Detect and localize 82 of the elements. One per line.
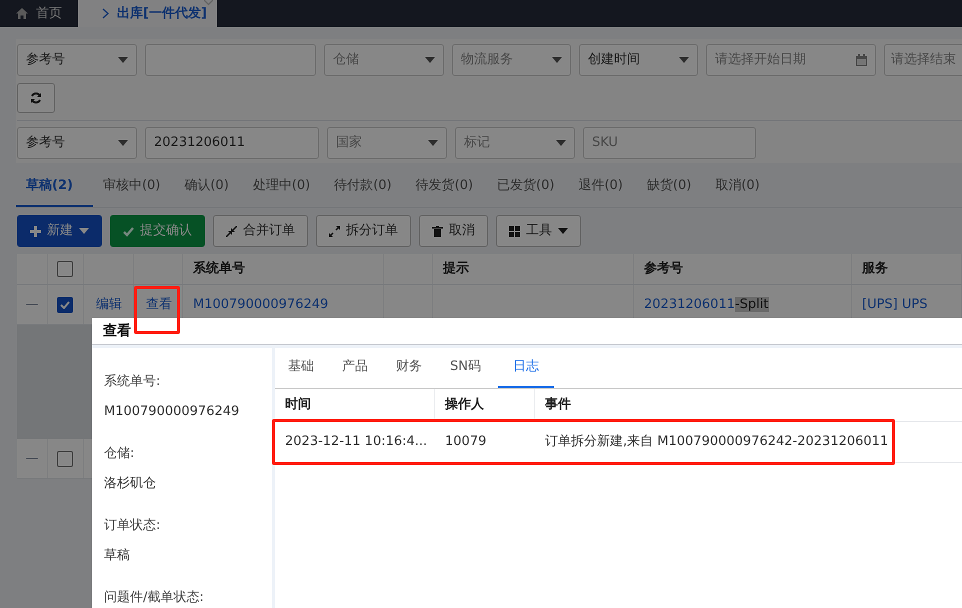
status-tab[interactable]: 处理中(0) — [242, 167, 324, 207]
status-tab[interactable]: 确认(0) — [174, 167, 243, 207]
field-value: 草稿 — [104, 547, 131, 565]
expand-toggle[interactable]: — — [17, 439, 48, 478]
caret-icon — [118, 57, 128, 63]
caret-icon — [556, 140, 566, 146]
status-tab[interactable]: 已发货(0) — [487, 167, 568, 207]
column-header: 事件 — [544, 396, 572, 414]
select-field[interactable]: 物流服务 — [452, 44, 571, 76]
date-field[interactable]: 请选择结束 — [884, 44, 962, 76]
caret-icon — [679, 57, 689, 63]
check-icon — [123, 226, 134, 236]
date-field[interactable]: 请选择开始日期 — [706, 44, 876, 76]
column-header: 时间 — [275, 389, 435, 421]
toolbar-button[interactable]: 新建 — [17, 215, 102, 247]
home-icon — [16, 8, 28, 19]
select-field[interactable]: 参考号 — [17, 127, 137, 159]
arrows-inward-icon — [226, 226, 237, 236]
select-field[interactable]: 参考号 — [17, 44, 137, 76]
checkbox[interactable] — [57, 261, 73, 277]
status-tab[interactable]: 取消(0) — [705, 167, 774, 207]
caret-icon — [552, 57, 562, 63]
refresh-icon — [30, 92, 42, 104]
calendar-icon — [856, 54, 867, 66]
order-link[interactable]: M100790000976249 — [193, 294, 328, 314]
caret-icon — [118, 140, 128, 146]
plus-icon — [30, 226, 41, 236]
status-tab[interactable]: 待付款(0) — [324, 167, 406, 207]
field-label: 订单状态: — [104, 517, 162, 535]
select-field[interactable]: 仓储 — [324, 44, 444, 76]
checkbox[interactable] — [57, 450, 73, 466]
chevron-icon — [102, 8, 109, 19]
toolbar-button[interactable]: 拆分订单 — [316, 215, 411, 247]
input-field[interactable]: 20231206011 — [145, 127, 319, 159]
column-header: 服务 — [852, 254, 962, 284]
status-tab[interactable]: 退件(0) — [568, 167, 637, 207]
toolbar-button[interactable]: 取消 — [419, 215, 488, 247]
toolbar-button[interactable]: 工具 — [496, 215, 581, 247]
trash-icon — [432, 226, 443, 236]
modal-tab[interactable]: 日志 — [498, 348, 554, 388]
input-field[interactable] — [145, 44, 316, 76]
page-tab[interactable]: 首页 — [0, 0, 78, 27]
select-field[interactable]: 标记 — [455, 127, 575, 159]
modal-tab[interactable]: 财务 — [385, 348, 433, 388]
toolbar-button[interactable]: 合并订单 — [213, 215, 308, 247]
status-tab[interactable]: 审核中(0) — [92, 167, 174, 207]
modal-tab[interactable]: 基础 — [277, 348, 325, 388]
service-link[interactable]: [UPS] UPS — [862, 294, 928, 314]
expand-toggle[interactable]: — — [17, 285, 48, 324]
table-cell-text: 10079 — [444, 433, 488, 452]
field-value: 洛杉矶仓 — [104, 475, 157, 493]
column-header: 参考号 — [634, 254, 852, 284]
field-label: 仓储: — [104, 445, 136, 463]
edit-link[interactable]: 编辑 — [96, 294, 122, 314]
status-tab[interactable]: 缺货(0) — [636, 167, 706, 207]
view-link[interactable]: 查看 — [146, 294, 172, 314]
select-field[interactable]: 国家 — [327, 127, 447, 159]
column-header: 系统单号 — [183, 254, 384, 284]
check-icon — [60, 300, 70, 308]
status-tab[interactable]: 待发货(0) — [406, 167, 488, 207]
toolbar-button[interactable]: 提交确认 — [110, 215, 205, 247]
page-tab[interactable]: 出库[一件代发] — [78, 0, 217, 27]
caret-icon — [428, 140, 438, 146]
modal-title: 查看 — [92, 318, 962, 345]
table-cell-text: 2023-12-11 10:16:4... — [284, 433, 428, 452]
column-header: 操作人 — [435, 389, 535, 421]
field-label: 系统单号: — [104, 373, 162, 391]
caret-icon — [425, 57, 435, 63]
table-cell-text: 订单拆分新建,来自 M100790000976242-20231206011 — [544, 433, 890, 452]
grid-icon — [509, 226, 520, 236]
field-value: M100790000976249 — [104, 403, 240, 421]
arrows-outward-icon — [329, 226, 340, 236]
field-label: 问题件/截单状态: — [104, 589, 205, 607]
select-field[interactable]: 创建时间 — [579, 44, 698, 76]
refresh-button[interactable] — [17, 83, 55, 113]
modal-tab[interactable]: SN码 — [439, 348, 492, 388]
column-header: 提示 — [433, 254, 634, 284]
reference-text: 20231206011-Split — [644, 296, 768, 314]
input-field[interactable]: SKU — [583, 127, 756, 159]
checkbox[interactable] — [57, 296, 73, 312]
status-tab[interactable]: 草稿(2) — [16, 167, 93, 207]
modal-tab[interactable]: 产品 — [331, 348, 379, 388]
